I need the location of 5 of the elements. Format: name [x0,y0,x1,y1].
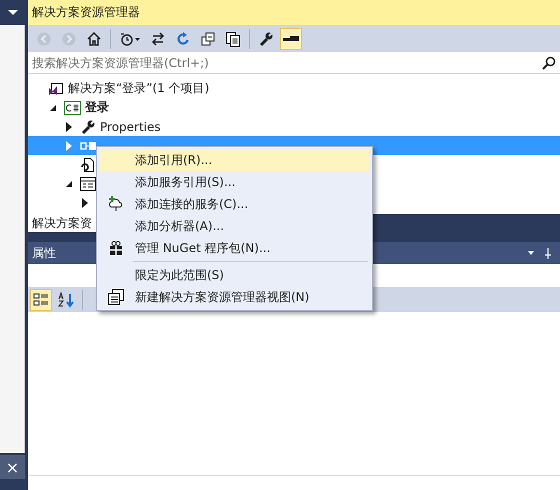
panel-title: 属性 [32,244,56,262]
tree-item-label: Properties [100,120,161,134]
tree-item-label: 登录 [85,99,109,116]
panel-title: 解决方案资源管理器 [28,0,560,25]
tree-item-label: 解决方案“登录”(1 个项目) [68,80,210,97]
